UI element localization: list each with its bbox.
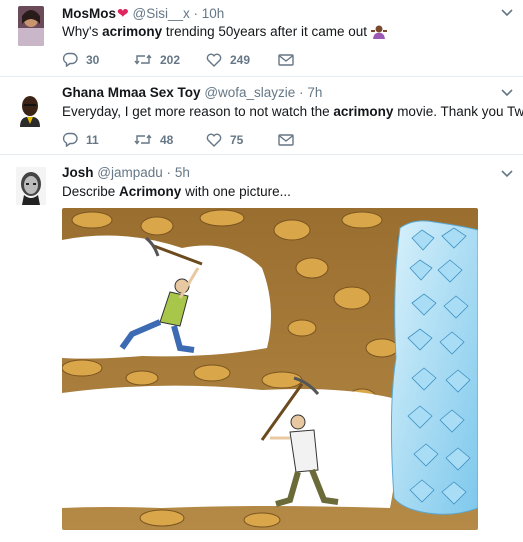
display-name[interactable]: Ghana Mmaa Sex Toy [62, 85, 201, 100]
keyword: Acrimony [119, 184, 182, 199]
like-count: 75 [230, 132, 244, 147]
separator: · [166, 165, 172, 180]
message-icon [278, 53, 294, 66]
like-button[interactable]: 249 [206, 53, 278, 67]
tweet-header: Ghana Mmaa Sex Toy @wofa_slayzie · 7h [62, 85, 322, 100]
like-count: 249 [230, 52, 251, 67]
like-icon [206, 53, 222, 67]
mining-illustration [62, 208, 478, 530]
tweet-actions: 11 48 75 [62, 132, 350, 147]
tweet-text: Describe Acrimony with one picture... [62, 184, 291, 199]
message-button[interactable] [278, 53, 350, 66]
separator: · [193, 6, 199, 21]
reply-count: 30 [86, 52, 100, 67]
reply-count: 11 [86, 132, 99, 147]
retweet-count: 202 [160, 52, 181, 67]
tweet-text: Everyday, I get more reason to not watch… [62, 104, 523, 119]
avatar[interactable] [18, 6, 44, 46]
handle[interactable]: @Sisi__x [133, 6, 190, 21]
like-icon [206, 133, 222, 147]
avatar[interactable] [14, 91, 46, 127]
reply-button[interactable]: 30 [62, 52, 134, 67]
timestamp[interactable]: 5h [175, 165, 190, 180]
timestamp[interactable]: 10h [202, 6, 225, 21]
tweet-header: MosMos❤ @Sisi__x · 10h [62, 5, 224, 22]
keyword: acrimony [102, 24, 163, 39]
avatar[interactable] [16, 167, 46, 205]
timestamp[interactable]: 7h [307, 85, 322, 100]
message-button[interactable] [278, 133, 350, 146]
handle[interactable]: @wofa_slayzie [204, 85, 295, 100]
chevron-down-icon[interactable] [501, 6, 513, 20]
tweet-actions: 30 202 249 [62, 52, 350, 67]
display-name[interactable]: MosMos [62, 6, 116, 21]
separator: · [299, 85, 304, 100]
tweet-1[interactable]: MosMos❤ @Sisi__x · 10h Why's acrimony tr… [0, 0, 523, 77]
retweet-icon [134, 134, 152, 145]
display-name[interactable]: Josh [62, 165, 94, 180]
reply-button[interactable]: 11 [62, 132, 134, 147]
tweet-2[interactable]: Ghana Mmaa Sex Toy @wofa_slayzie · 7h Ev… [0, 77, 523, 155]
tweet-3[interactable]: Josh @jampadu · 5h Describe Acrimony wit… [0, 155, 523, 542]
reply-icon [62, 132, 78, 147]
message-icon [278, 133, 294, 146]
retweet-button[interactable]: 202 [134, 53, 206, 67]
tweet-image[interactable] [62, 208, 478, 530]
chevron-down-icon[interactable] [501, 167, 513, 181]
heart-icon: ❤ [117, 5, 129, 21]
reply-icon [62, 52, 78, 67]
keyword: acrimony [333, 104, 394, 119]
retweet-count: 48 [160, 132, 174, 147]
shrug-emoji-icon [370, 24, 387, 42]
chevron-down-icon[interactable] [501, 86, 513, 100]
handle[interactable]: @jampadu [97, 165, 163, 180]
retweet-icon [134, 54, 152, 65]
tweet-text: Why's acrimony trending 50years after it… [62, 24, 387, 42]
tweet-header: Josh @jampadu · 5h [62, 165, 190, 180]
like-button[interactable]: 75 [206, 133, 278, 147]
retweet-button[interactable]: 48 [134, 133, 206, 147]
